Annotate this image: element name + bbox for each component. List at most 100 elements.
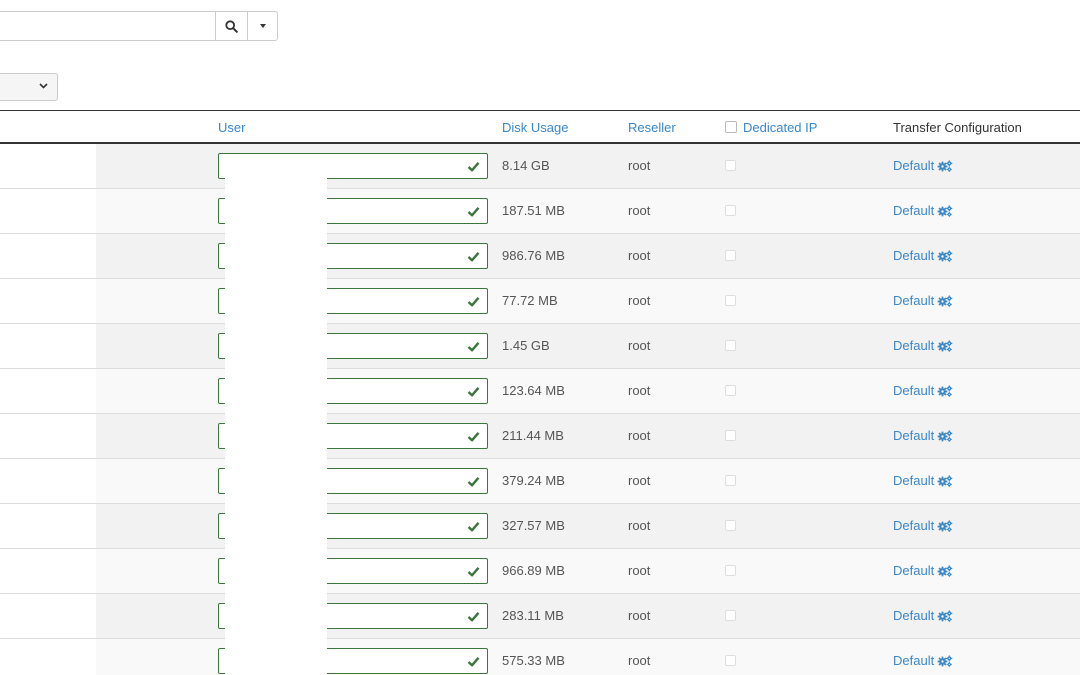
search-group: [0, 11, 278, 41]
dedicated-ip-checkbox[interactable]: [725, 475, 736, 486]
dedicated-ip-checkbox[interactable]: [725, 430, 736, 441]
transfer-config-link[interactable]: Default: [893, 248, 953, 263]
gears-icon: [937, 655, 953, 667]
reseller-cell: root: [628, 248, 651, 263]
reseller-cell: root: [628, 383, 651, 398]
disk-usage-cell: 327.57 MB: [502, 518, 565, 533]
header-reseller[interactable]: Reseller: [628, 120, 676, 135]
check-icon: [467, 252, 480, 262]
transfer-config-link[interactable]: Default: [893, 473, 953, 488]
dedicated-ip-checkbox[interactable]: [725, 205, 736, 216]
filter-select[interactable]: [0, 73, 58, 101]
dedicated-ip-checkbox[interactable]: [725, 340, 736, 351]
header-transfer-configuration: Transfer Configuration: [893, 120, 1022, 135]
redacted-cell: [0, 549, 96, 593]
transfer-config-link[interactable]: Default: [893, 608, 953, 623]
table-row: 1.45 GB root Default: [0, 324, 1080, 369]
transfer-config-link[interactable]: Default: [893, 653, 953, 668]
table-header: User Disk Usage Reseller Dedicated IP Tr…: [0, 110, 1080, 144]
redaction-block: [225, 177, 327, 675]
check-icon: [467, 387, 480, 397]
transfer-config-label: Default: [893, 293, 935, 308]
disk-usage-cell: 187.51 MB: [502, 203, 565, 218]
gears-icon: [937, 610, 953, 622]
gears-icon: [937, 205, 953, 217]
transfer-config-link[interactable]: Default: [893, 383, 953, 398]
caret-down-icon: [259, 24, 266, 28]
transfer-config-label: Default: [893, 203, 935, 218]
dedicated-ip-checkbox[interactable]: [725, 295, 736, 306]
dedicated-ip-checkbox[interactable]: [725, 385, 736, 396]
transfer-config-label: Default: [893, 653, 935, 668]
disk-usage-cell: 123.64 MB: [502, 383, 565, 398]
gears-icon: [937, 340, 953, 352]
reseller-cell: root: [628, 293, 651, 308]
accounts-table: User Disk Usage Reseller Dedicated IP Tr…: [0, 110, 1080, 675]
chevron-down-icon: [39, 83, 48, 89]
transfer-config-link[interactable]: Default: [893, 428, 953, 443]
redacted-cell: [0, 504, 96, 548]
dedicated-ip-checkbox[interactable]: [725, 160, 736, 171]
redacted-cell: [0, 279, 96, 323]
gears-icon: [937, 160, 953, 172]
check-icon: [467, 522, 480, 532]
disk-usage-cell: 379.24 MB: [502, 473, 565, 488]
check-icon: [467, 657, 480, 667]
disk-usage-cell: 986.76 MB: [502, 248, 565, 263]
redacted-cell: [0, 414, 96, 458]
transfer-config-link[interactable]: Default: [893, 203, 953, 218]
reseller-cell: root: [628, 653, 651, 668]
search-input[interactable]: [0, 11, 215, 41]
table-row: 283.11 MB root Default: [0, 594, 1080, 639]
gears-icon: [937, 475, 953, 487]
gears-icon: [937, 295, 953, 307]
user-field[interactable]: [218, 153, 488, 179]
dedicated-ip-checkbox[interactable]: [725, 610, 736, 621]
check-icon: [467, 342, 480, 352]
redacted-cell: [0, 234, 96, 278]
select-all-checkbox[interactable]: [725, 121, 737, 133]
transfer-config-label: Default: [893, 338, 935, 353]
redacted-cell: [0, 189, 96, 233]
reseller-cell: root: [628, 608, 651, 623]
redacted-cell: [0, 594, 96, 638]
header-user[interactable]: User: [218, 120, 245, 135]
redacted-cell: [0, 459, 96, 503]
check-icon: [467, 567, 480, 577]
reseller-cell: root: [628, 338, 651, 353]
check-icon: [467, 432, 480, 442]
gears-icon: [937, 385, 953, 397]
transfer-config-link[interactable]: Default: [893, 518, 953, 533]
redacted-cell: [0, 369, 96, 413]
header-disk-usage[interactable]: Disk Usage: [502, 120, 568, 135]
transfer-config-label: Default: [893, 473, 935, 488]
table-row: 966.89 MB root Default: [0, 549, 1080, 594]
header-dedicated-ip[interactable]: Dedicated IP: [725, 120, 817, 135]
dedicated-ip-checkbox[interactable]: [725, 520, 736, 531]
dedicated-ip-checkbox[interactable]: [725, 250, 736, 261]
check-icon: [467, 162, 480, 172]
gears-icon: [937, 430, 953, 442]
search-icon: [225, 19, 238, 33]
table-row: 986.76 MB root Default: [0, 234, 1080, 279]
table-row: 327.57 MB root Default: [0, 504, 1080, 549]
reseller-cell: root: [628, 203, 651, 218]
transfer-config-link[interactable]: Default: [893, 338, 953, 353]
check-icon: [467, 612, 480, 622]
search-button[interactable]: [215, 11, 248, 41]
table-row: 8.14 GB root Default: [0, 144, 1080, 189]
transfer-config-label: Default: [893, 518, 935, 533]
gears-icon: [937, 565, 953, 577]
search-options-button[interactable]: [248, 11, 278, 41]
reseller-cell: root: [628, 518, 651, 533]
gears-icon: [937, 250, 953, 262]
dedicated-ip-checkbox[interactable]: [725, 565, 736, 576]
dedicated-ip-checkbox[interactable]: [725, 655, 736, 666]
transfer-config-link[interactable]: Default: [893, 158, 953, 173]
transfer-config-link[interactable]: Default: [893, 563, 953, 578]
redacted-cell: [0, 144, 96, 188]
reseller-cell: root: [628, 158, 651, 173]
transfer-config-label: Default: [893, 248, 935, 263]
table-row: 187.51 MB root Default: [0, 189, 1080, 234]
transfer-config-link[interactable]: Default: [893, 293, 953, 308]
